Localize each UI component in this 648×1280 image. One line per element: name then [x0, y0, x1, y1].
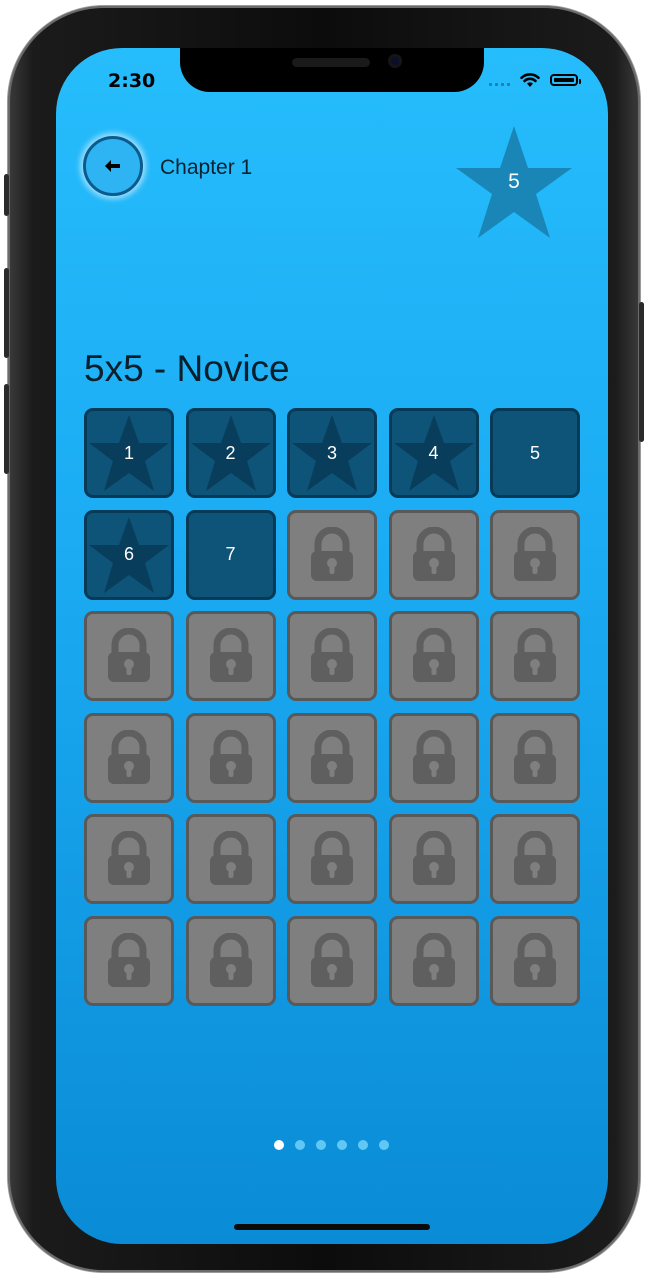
level-tile-locked	[287, 915, 377, 1006]
level-tile-locked	[84, 712, 174, 803]
level-number: 6	[123, 544, 134, 564]
level-tile-locked	[84, 814, 174, 904]
page-dot[interactable]	[337, 1140, 347, 1150]
lock-icon	[514, 932, 556, 987]
power-button	[639, 302, 644, 442]
level-tile-locked	[185, 611, 276, 701]
level-tile-locked	[490, 915, 580, 1006]
level-tile-4[interactable]: 4	[388, 408, 479, 498]
level-pack-title: 5x5 - Novice	[84, 348, 290, 389]
lock-icon	[514, 526, 556, 581]
level-tile-locked	[185, 814, 276, 904]
wifi-icon	[520, 72, 540, 87]
lock-icon	[412, 831, 455, 885]
level-tile-locked	[287, 611, 377, 701]
level-tile-locked	[490, 611, 580, 701]
speaker	[292, 58, 370, 67]
lock-icon	[311, 729, 353, 784]
chapter-title: Chapter 1	[160, 156, 253, 179]
level-tile-locked	[388, 712, 479, 803]
lock-icon	[311, 932, 353, 987]
status-icons	[489, 72, 581, 88]
level-tile-locked	[287, 509, 377, 600]
home-indicator[interactable]	[234, 1224, 430, 1230]
lock-icon	[108, 831, 150, 885]
star-count: 5	[508, 170, 520, 193]
level-number: 7	[225, 544, 236, 564]
level-tile-locked	[490, 814, 580, 904]
level-tile-2[interactable]: 2	[185, 408, 276, 498]
level-number: 2	[225, 442, 236, 463]
page-indicator[interactable]	[274, 1140, 389, 1150]
level-tile-locked	[84, 915, 174, 1006]
left-arrow-icon	[105, 160, 120, 172]
front-camera	[388, 54, 402, 68]
lock-icon	[412, 526, 455, 581]
lock-icon	[209, 628, 252, 682]
lock-icon	[514, 628, 556, 682]
level-tile-locked	[185, 915, 276, 1006]
level-tile-6[interactable]: 6	[84, 509, 174, 600]
lock-icon	[311, 831, 353, 885]
lock-icon	[514, 831, 556, 885]
level-tile-7[interactable]: 7	[185, 509, 276, 600]
cellular-signal-icon	[489, 74, 510, 86]
app-screen: 2:30 Chapter 1 5 5x5 - Novice 1 2 3 4 5 6 7	[56, 48, 608, 1244]
status-time: 2:30	[108, 70, 156, 92]
lock-icon	[108, 729, 150, 784]
page-dot[interactable]	[295, 1140, 305, 1150]
level-tile-locked	[287, 712, 377, 803]
level-number: 5	[529, 442, 540, 463]
lock-icon	[311, 526, 353, 581]
lock-icon	[311, 628, 353, 682]
level-number: 1	[123, 442, 134, 463]
lock-icon	[514, 729, 556, 784]
lock-icon	[412, 932, 455, 987]
level-tile-locked	[388, 915, 479, 1006]
level-grid: 1 2 3 4 5 6 7	[84, 408, 580, 1006]
level-tile-locked	[185, 712, 276, 803]
level-tile-locked	[388, 611, 479, 701]
phone-frame: 2:30 Chapter 1 5 5x5 - Novice 1 2 3 4 5 6 7	[4, 6, 644, 1272]
level-number: 3	[326, 442, 337, 463]
page-dot[interactable]	[358, 1140, 368, 1150]
lock-icon	[412, 628, 455, 682]
notch	[180, 48, 484, 92]
page-dot[interactable]	[379, 1140, 389, 1150]
level-tile-locked	[287, 814, 377, 904]
mute-switch	[4, 174, 9, 216]
page-dot[interactable]	[316, 1140, 326, 1150]
level-tile-locked	[388, 814, 479, 904]
volume-down-button	[4, 384, 9, 474]
star-count-badge: 5	[452, 124, 576, 244]
lock-icon	[108, 932, 150, 987]
battery-icon	[550, 74, 581, 86]
lock-icon	[209, 831, 252, 885]
lock-icon	[412, 729, 455, 784]
level-tile-locked	[84, 611, 174, 701]
level-tile-locked	[490, 509, 580, 600]
page-dot[interactable]	[274, 1140, 284, 1150]
level-tile-5[interactable]: 5	[490, 408, 580, 498]
back-button[interactable]	[83, 136, 143, 196]
lock-icon	[108, 628, 150, 682]
level-tile-locked	[490, 712, 580, 803]
volume-up-button	[4, 268, 9, 358]
level-tile-1[interactable]: 1	[84, 408, 174, 498]
level-tile-locked	[388, 509, 479, 600]
lock-icon	[209, 729, 252, 784]
level-number: 4	[428, 442, 439, 463]
lock-icon	[209, 932, 252, 987]
level-tile-3[interactable]: 3	[287, 408, 377, 498]
